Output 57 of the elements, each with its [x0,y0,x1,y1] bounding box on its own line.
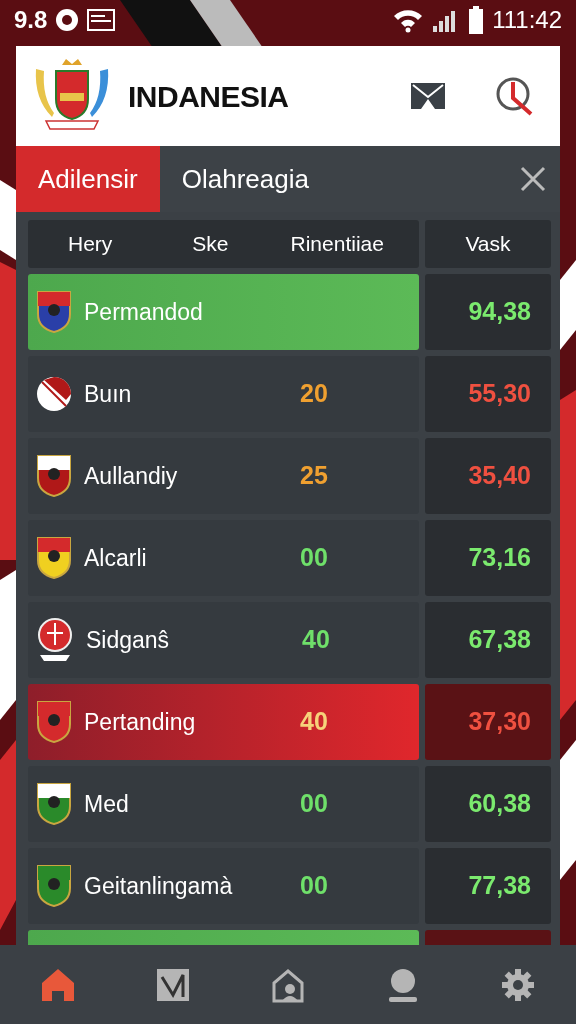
column-header: Rinentiiae [290,231,384,258]
team-name: Geitanlingamà [84,871,234,901]
value-text: 67,38 [468,624,531,656]
seal-icon [36,617,74,663]
value-text: 73,16 [468,542,531,574]
score-text: 20 [300,378,328,410]
settings-icon [500,966,537,1003]
table-row[interactable]: Buın 20 [28,356,419,432]
score-text: 40 [302,624,330,656]
home-icon [39,966,76,1003]
screen-icon [87,9,116,31]
team-name: Sidganŝ [86,625,171,655]
score-text: 00 [300,870,328,902]
checkbox-icon [154,966,191,1003]
status-text: 9.8 [14,5,48,35]
team-name: Med [84,789,130,819]
team-name: Alcarli [84,543,148,573]
shield-icon [36,454,72,498]
value-text: 55,30 [468,378,531,410]
team-name: Permandod [84,297,204,327]
score-text: 00 [300,788,328,820]
striped-ball-icon [36,376,72,412]
table-row[interactable]: Aullandiy 25 [28,438,419,514]
table-row[interactable]: Pertanding 40 [28,684,419,760]
tab[interactable]: Adilensir [16,146,160,212]
column-header: Hery [68,231,113,258]
table-row[interactable]: Sidganŝ 40 [28,602,419,678]
shield-icon [36,536,72,580]
mail-icon [411,83,445,109]
value-text: 94,38 [468,296,531,328]
battery-icon [468,6,485,34]
search-icon [495,76,535,116]
clock-text: 111:42 [492,5,562,35]
score-text: 00 [300,542,328,574]
shield-icon [36,700,72,744]
table-row[interactable]: Geitanlingamà 00 [28,848,419,924]
shield-icon [36,864,72,908]
column-header: Vask [425,220,551,268]
close-icon [520,166,546,192]
shield-icon [36,290,72,334]
value-text: 77,38 [468,870,531,902]
value-text: 35,40 [468,460,531,492]
column-header: Ske [192,231,229,258]
table-row[interactable]: Med 00 [28,766,419,842]
table-row[interactable]: Alcarli 00 [28,520,419,596]
score-text: 40 [300,706,328,738]
team-name: Pertanding [84,707,197,737]
shield-icon [36,782,72,826]
value-text: 60,38 [468,788,531,820]
team-name: Buın [84,379,133,409]
app-title: INDANESIA [128,78,289,115]
tab[interactable]: Olahreagia [159,146,331,212]
team-name: Aullandiy [84,461,179,491]
value-text: 37,30 [468,706,531,738]
wifi-icon [392,7,425,33]
score-text: 25 [300,460,328,492]
circle-icon [55,8,80,32]
